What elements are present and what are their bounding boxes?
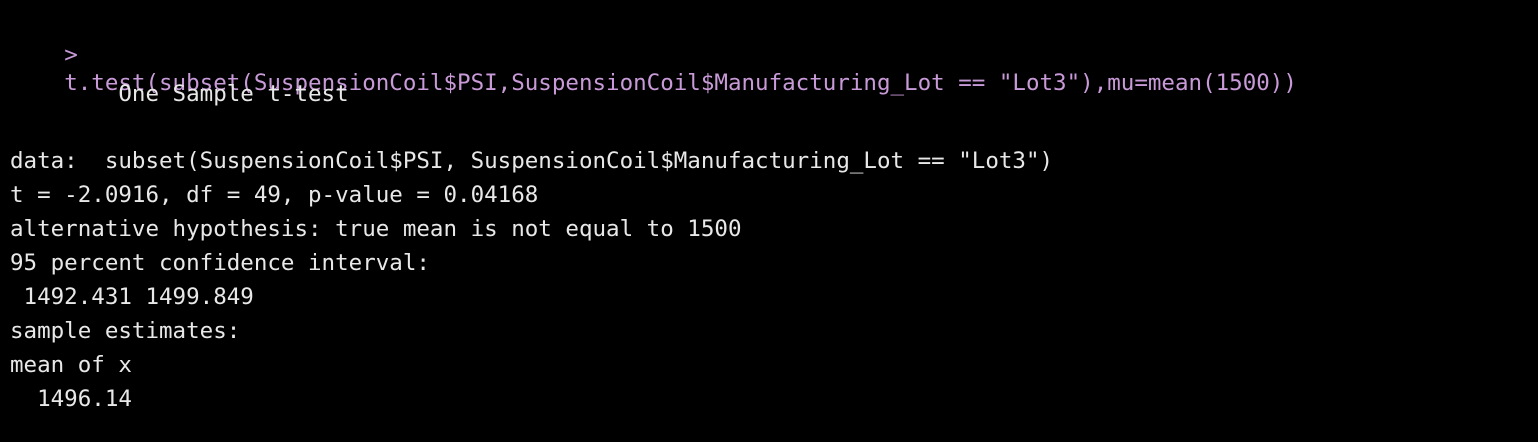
estimate-name: mean of x (10, 352, 132, 378)
alternative-hypothesis: alternative hypothesis: true mean is not… (10, 216, 742, 242)
confidence-interval-values: 1492.431 1499.849 (10, 284, 254, 310)
confidence-interval-label: 95 percent confidence interval: (10, 250, 430, 276)
estimate-value: 1496.14 (10, 386, 132, 412)
command-line[interactable]: > t.test(subset(SuspensionCoil$PSI,Suspe… (10, 13, 1297, 96)
data-line: data: subset(SuspensionCoil$PSI, Suspens… (10, 148, 1054, 174)
r-console[interactable]: > t.test(subset(SuspensionCoil$PSI,Suspe… (0, 0, 1538, 442)
console-prompt: > (64, 42, 92, 68)
test-title: One Sample t-test (10, 81, 349, 107)
test-statistics: t = -2.0916, df = 49, p-value = 0.04168 (10, 182, 539, 208)
sample-estimates-label: sample estimates: (10, 318, 241, 344)
